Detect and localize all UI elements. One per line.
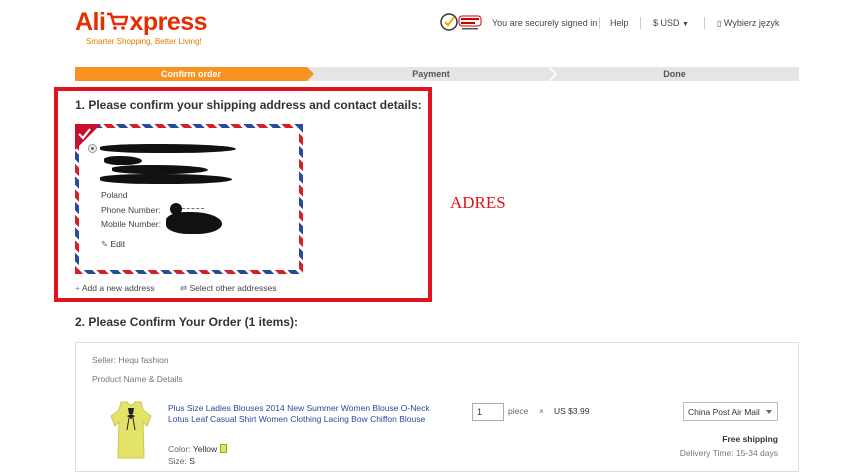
piece-unit: piece (508, 406, 529, 416)
redacted-mobile (166, 212, 222, 234)
shipping-address-title: 1. Please confirm your shipping address … (75, 98, 422, 112)
swap-icon: ⇄ (180, 283, 188, 293)
tagline: Smarter Shopping, Better Living! (86, 37, 202, 46)
delivery-time: Delivery Time: 15-34 days (679, 448, 778, 458)
size-value: S (189, 456, 195, 466)
norton-secured-badge[interactable] (440, 12, 482, 32)
secure-sign-in-status: You are securely signed in (492, 18, 598, 28)
color-swatch-icon (219, 444, 227, 453)
shopping-cart-icon (106, 9, 130, 30)
step-done: Done (663, 69, 686, 79)
product-thumbnail[interactable] (107, 400, 155, 461)
aliexpress-logo[interactable]: Ali xpress (75, 8, 208, 37)
header-divider (640, 17, 641, 29)
add-new-address-link[interactable]: + Add a new address (75, 283, 155, 293)
mobile-number-label: Mobile Number: (101, 219, 161, 229)
step-payment: Payment (412, 69, 450, 79)
language-selector[interactable]: ▯ Wybierz język (717, 18, 779, 28)
header-divider (599, 17, 600, 29)
pencil-icon: ✎ (101, 239, 109, 249)
product-size: Size: S (168, 456, 195, 466)
redacted-phone (182, 208, 204, 209)
product-color: Color: Yellow (168, 444, 227, 454)
edit-address-link[interactable]: ✎ Edit (101, 239, 125, 250)
annotation-label: ADRES (450, 193, 506, 212)
add-new-address-label: Add a new address (81, 283, 155, 293)
redacted-address (100, 174, 232, 184)
step-confirm-order: Confirm order (160, 69, 221, 79)
chevron-down-icon: ▼ (682, 21, 689, 28)
phone-icon: ▯ (717, 19, 722, 28)
address-radio-button[interactable] (88, 144, 97, 153)
size-label: Size: (168, 456, 187, 466)
free-shipping-label: Free shipping (722, 434, 778, 444)
seller-name: Seller: Hequ fashion (92, 355, 169, 365)
redacted-name (100, 144, 236, 153)
color-value: Yellow (192, 444, 218, 454)
confirm-order-title: 2. Please Confirm Your Order (1 items): (75, 315, 298, 329)
quantity-input[interactable]: 1 (472, 403, 504, 421)
currency-label: $ USD (653, 18, 680, 28)
address-country: Poland (101, 190, 128, 200)
select-other-label: Select other addresses (189, 283, 277, 293)
logo-text-xpress: xpress (129, 8, 208, 36)
product-header: Product Name & Details (92, 374, 183, 384)
shipping-method-value: China Post Air Mail (688, 407, 760, 417)
plus-icon: + (75, 283, 80, 293)
language-label: Wybierz język (723, 18, 780, 28)
multiply-sign: × (539, 406, 544, 416)
unit-price: US $3.99 (554, 406, 590, 416)
redacted-address (112, 165, 208, 174)
shipping-method-select[interactable]: China Post Air Mail (683, 402, 778, 421)
phone-number-label: Phone Number: (101, 205, 161, 215)
redacted-address (104, 156, 142, 165)
chevron-down-icon (766, 410, 772, 414)
help-link[interactable]: Help (610, 18, 629, 28)
product-title-link[interactable]: Plus Size Ladies Blouses 2014 New Summer… (168, 403, 438, 425)
color-label: Color: (168, 444, 191, 454)
header-divider (704, 17, 705, 29)
currency-selector[interactable]: $ USD ▼ (653, 18, 689, 28)
logo-text-ali: Ali (75, 8, 106, 36)
edit-label: Edit (110, 239, 126, 249)
select-other-addresses-link[interactable]: ⇄ Select other addresses (180, 283, 276, 294)
